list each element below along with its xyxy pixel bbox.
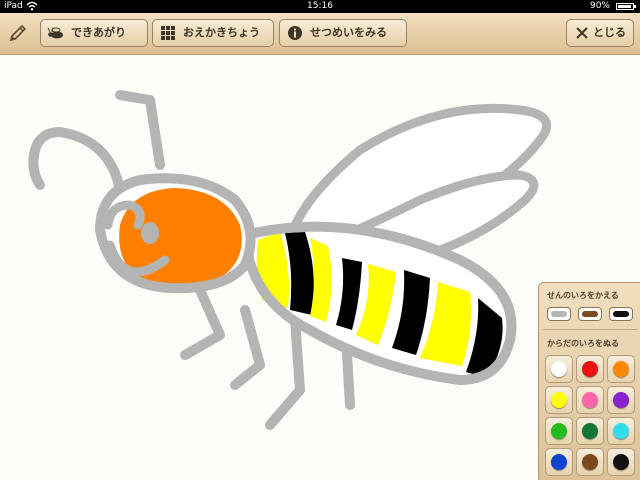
fill-color-dot bbox=[613, 392, 629, 408]
line-color-title: せんのいろをかえる bbox=[547, 291, 619, 300]
info-icon bbox=[288, 26, 302, 40]
fill-color-swatch-9[interactable] bbox=[607, 417, 635, 445]
fill-color-dot bbox=[551, 454, 567, 470]
fill-color-swatch-1[interactable] bbox=[545, 355, 573, 383]
sketchbook-label: おえかきちょう bbox=[183, 26, 260, 39]
clock: 15:16 bbox=[307, 1, 333, 11]
fill-color-title: からだのいろをぬる bbox=[547, 339, 619, 348]
fill-color-dot bbox=[613, 423, 629, 439]
fill-color-dot bbox=[551, 392, 567, 408]
status-bar: iPad 15:16 90% bbox=[0, 0, 640, 13]
close-label: とじる bbox=[593, 26, 626, 39]
pencil-icon[interactable] bbox=[8, 23, 28, 43]
help-button[interactable]: せつめいをみる bbox=[279, 19, 407, 47]
fill-color-dot bbox=[582, 423, 598, 439]
fill-color-swatch-6[interactable] bbox=[607, 386, 635, 414]
fill-color-dot bbox=[582, 361, 598, 377]
done-button[interactable]: できあがり bbox=[40, 19, 148, 47]
battery-fill bbox=[618, 5, 631, 8]
fill-color-dot bbox=[582, 454, 598, 470]
fill-color-dot bbox=[613, 361, 629, 377]
line-color-swatch-2[interactable] bbox=[578, 307, 602, 321]
palette-divider bbox=[543, 329, 637, 330]
help-label: せつめいをみる bbox=[310, 26, 387, 39]
fill-color-swatch-8[interactable] bbox=[576, 417, 604, 445]
fill-color-swatch-4[interactable] bbox=[545, 386, 573, 414]
battery-icon bbox=[616, 3, 636, 10]
battery-percent: 90% bbox=[589, 1, 610, 11]
line-color-chip bbox=[613, 311, 629, 317]
bee-icon bbox=[47, 27, 63, 39]
fill-color-swatch-7[interactable] bbox=[545, 417, 573, 445]
toolbar: できあがり おえかきちょう せつめいをみる とじる bbox=[0, 13, 640, 55]
fill-color-dot bbox=[582, 392, 598, 408]
fill-color-swatch-12[interactable] bbox=[607, 448, 635, 476]
fill-color-swatch-2[interactable] bbox=[576, 355, 604, 383]
line-color-swatch-1[interactable] bbox=[547, 307, 571, 321]
fill-color-dot bbox=[551, 361, 567, 377]
fill-color-swatch-3[interactable] bbox=[607, 355, 635, 383]
done-label: できあがり bbox=[71, 26, 126, 39]
grid-icon bbox=[161, 26, 175, 40]
fill-color-swatch-5[interactable] bbox=[576, 386, 604, 414]
line-color-swatch-3[interactable] bbox=[609, 307, 633, 321]
close-button[interactable]: とじる bbox=[566, 19, 634, 47]
color-palette: せんのいろをかえる からだのいろをぬる bbox=[538, 282, 640, 480]
sketchbook-button[interactable]: おえかきちょう bbox=[152, 19, 274, 47]
fill-color-dot bbox=[613, 454, 629, 470]
line-color-chip bbox=[582, 311, 598, 317]
line-color-chip bbox=[551, 311, 567, 317]
bee-eye bbox=[141, 222, 159, 244]
close-icon bbox=[576, 27, 588, 39]
fill-color-swatch-10[interactable] bbox=[545, 448, 573, 476]
fill-color-dot bbox=[551, 423, 567, 439]
fill-color-swatch-11[interactable] bbox=[576, 448, 604, 476]
